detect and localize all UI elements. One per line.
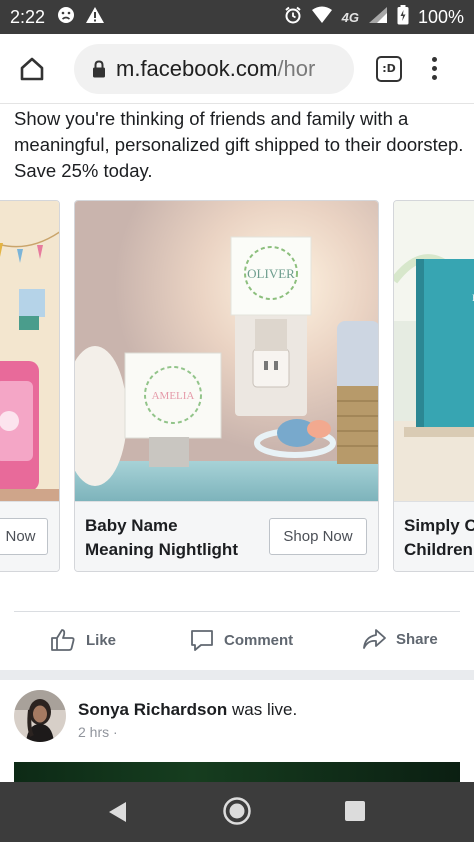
post-timestamp[interactable]: 2 hrs · (78, 724, 297, 740)
nightlight-name-oliver: OLIVER (247, 266, 295, 281)
battery-percent: 100% (417, 6, 464, 27)
back-icon[interactable] (106, 800, 128, 824)
home-button[interactable] (12, 49, 52, 89)
recents-icon[interactable] (345, 801, 365, 821)
card-title-line: Baby Name (85, 516, 178, 535)
address-bar[interactable]: m.facebook.com/hor (74, 43, 354, 94)
card-title: Baby Name Meaning Nightlight (85, 514, 238, 562)
thumbs-up-icon (51, 629, 75, 651)
card-footer: Now (0, 501, 59, 571)
sad-face-notification-icon (57, 6, 75, 29)
card-title: Simply C Children (404, 514, 474, 562)
post-action-text: was live. (232, 700, 298, 719)
post-time-separator: · (113, 724, 118, 740)
network-type: 4G (341, 9, 359, 25)
home-icon (20, 57, 44, 80)
status-bar: 2:22 4G 100% (0, 0, 474, 34)
wifi-icon (311, 6, 333, 29)
menu-dot-icon (432, 57, 437, 62)
overflow-menu-button[interactable] (432, 57, 437, 80)
comment-label: Comment (224, 631, 294, 649)
card-footer: Baby Name Meaning Nightlight Shop Now (75, 501, 378, 571)
carousel-card[interactable]: F Simply C Children (393, 200, 474, 572)
share-icon (363, 629, 386, 649)
url-domain: m.facebook.com (116, 55, 278, 81)
share-label: Share (396, 630, 438, 648)
post-header: Sonya Richardson was live. 2 hrs · (14, 690, 464, 750)
live-video-preview[interactable] (14, 762, 460, 782)
signal-icon (368, 6, 388, 29)
menu-dot-icon (432, 66, 437, 71)
divider (14, 611, 460, 612)
card-title-line: Simply C (404, 516, 474, 535)
post-actions: Like Comment Share (0, 622, 474, 660)
carousel-card[interactable]: Now (0, 200, 60, 572)
url-path: /hor (277, 55, 316, 81)
like-button[interactable]: Like (50, 628, 116, 652)
card-image: F (394, 201, 474, 503)
warning-icon (85, 6, 105, 29)
status-time: 2:22 (10, 6, 46, 27)
card-title-line: Meaning Nightlight (85, 540, 238, 559)
product-carousel[interactable]: Now OLIVER AMELIA Baby Name Meaning Nigh… (0, 200, 474, 574)
post-time-text: 2 hrs (78, 724, 110, 740)
carousel-card[interactable]: OLIVER AMELIA Baby Name Meaning Nightlig… (74, 200, 379, 572)
alarm-icon (284, 6, 302, 29)
tab-switcher-button[interactable]: :D (376, 55, 402, 82)
shop-now-button[interactable]: Now (0, 518, 48, 555)
card-footer: Simply C Children (394, 501, 474, 571)
author-name[interactable]: Sonya Richardson (78, 700, 227, 719)
avatar[interactable] (14, 690, 66, 742)
card-image: OLIVER AMELIA (75, 201, 378, 503)
tab-switcher-label: :D (382, 62, 396, 75)
comment-button[interactable]: Comment (190, 628, 293, 652)
system-navigation-bar (0, 782, 474, 842)
share-button[interactable]: Share (362, 628, 438, 650)
ad-description: Show you're thinking of friends and fami… (14, 108, 464, 181)
nightlight-name-amelia: AMELIA (152, 390, 195, 402)
browser-toolbar: m.facebook.com/hor :D (0, 34, 474, 104)
post-meta: Sonya Richardson was live. 2 hrs · (78, 690, 297, 740)
like-label: Like (86, 631, 117, 649)
shop-now-button[interactable]: Shop Now (269, 518, 367, 555)
feed-separator (0, 670, 474, 680)
lock-icon (93, 59, 105, 77)
battery-icon (397, 4, 409, 30)
card-image (0, 201, 59, 503)
menu-dot-icon (432, 75, 437, 80)
home-circle-icon[interactable] (222, 796, 252, 826)
card-title-line: Children (404, 540, 473, 559)
url-text: m.facebook.com/hor (116, 56, 315, 82)
post-headline: Sonya Richardson was live. (78, 700, 297, 720)
comment-icon (191, 630, 213, 651)
